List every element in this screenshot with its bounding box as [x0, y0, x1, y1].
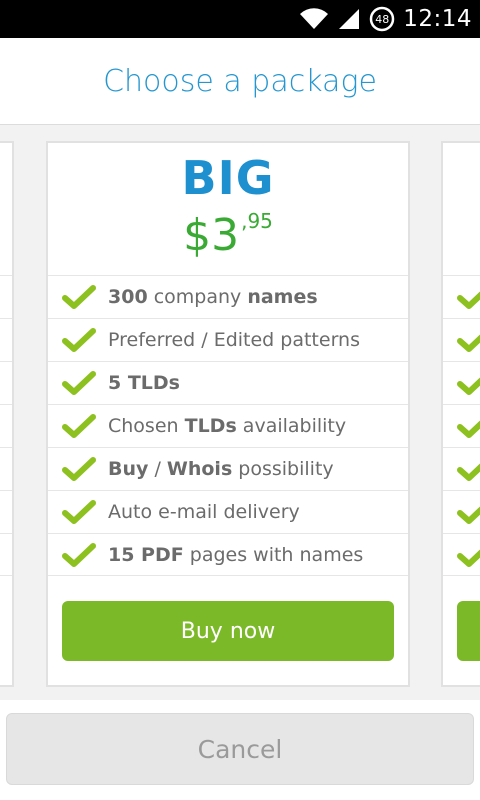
check-icon [62, 371, 96, 395]
wifi-icon [300, 8, 329, 30]
page-title: Choose a package [103, 63, 377, 99]
list-item [443, 318, 480, 361]
feature-label: Buy / Whois possibility [108, 458, 334, 480]
feature-label: Chosen TLDs availability [108, 415, 346, 437]
list-item [443, 490, 480, 533]
feature-label: Preferred / Edited patterns [108, 329, 360, 351]
feature-label: 5 TLDs [108, 372, 180, 394]
status-bar: 48 12:14 [0, 0, 480, 38]
feature-item: Buy / Whois possibility [48, 447, 408, 490]
list-item [443, 361, 480, 404]
list-item [0, 404, 12, 447]
price-currency: $ [183, 210, 212, 261]
feature-item: 15 PDF pages with names [48, 533, 408, 576]
feature-label-bold: 15 PDF [108, 543, 184, 566]
cancel-button[interactable]: Cancel [6, 713, 474, 785]
package-card-previous[interactable] [0, 141, 14, 687]
battery-level: 48 [375, 12, 390, 26]
feature-label-bold: 300 [108, 286, 148, 308]
package-price: $3,95 [48, 209, 408, 261]
feature-label-text: pages with names [183, 543, 364, 566]
price-whole: 3 [211, 210, 240, 261]
list-item [443, 404, 480, 447]
check-icon [457, 291, 480, 309]
previous-card-rows [0, 275, 12, 576]
feature-item: Auto e-mail delivery [48, 490, 408, 533]
feature-label-text: / [148, 458, 167, 480]
feature-label: 15 PDF pages with names [108, 544, 363, 566]
list-item [0, 533, 12, 576]
list-item [0, 447, 12, 490]
feature-label-bold: names [247, 286, 318, 308]
feature-item: Chosen TLDs availability [48, 404, 408, 447]
package-card-big: BIG $3,95 300 company names Preferred / E… [46, 141, 410, 687]
list-item [443, 533, 480, 576]
list-item [443, 275, 480, 318]
check-icon [457, 548, 480, 567]
feature-item: 5 TLDs [48, 361, 408, 404]
feature-label-bold: Whois [166, 458, 233, 480]
list-item [0, 275, 12, 318]
check-icon [457, 463, 480, 481]
package-carousel[interactable]: BIG $3,95 300 company names Preferred / E… [0, 125, 480, 700]
check-icon [457, 506, 480, 524]
feature-label-bold: 5 TLDs [108, 372, 180, 394]
list-item [0, 490, 12, 533]
buy-now-button[interactable]: Buy now [62, 601, 394, 661]
next-card-rows [443, 275, 480, 576]
list-item [443, 447, 480, 490]
feature-label-text: company [147, 286, 248, 308]
feature-list: 300 company names Preferred / Edited patt… [48, 275, 408, 576]
feature-label-text: Auto e-mail delivery [108, 501, 300, 523]
check-icon [62, 542, 96, 567]
list-item [0, 361, 12, 404]
battery-icon: 48 [369, 6, 395, 32]
package-name: BIG [181, 151, 275, 205]
package-card-next[interactable] [441, 141, 480, 687]
feature-label-bold: Buy [108, 458, 149, 480]
list-item [0, 318, 12, 361]
feature-label-bold: TLDs [184, 415, 237, 437]
check-icon [62, 500, 96, 524]
check-icon [62, 328, 96, 352]
feature-item: 300 company names [48, 275, 408, 318]
signal-icon [339, 9, 360, 29]
feature-label-text: Chosen [108, 415, 185, 437]
check-icon [457, 377, 480, 395]
check-icon [457, 420, 480, 438]
check-icon [62, 285, 96, 309]
next-buy-button[interactable] [457, 601, 480, 661]
feature-label-text: Preferred / Edited patterns [108, 329, 360, 351]
check-icon [62, 414, 96, 438]
check-icon [457, 334, 480, 352]
feature-label-text: availability [236, 415, 347, 437]
feature-label: Auto e-mail delivery [108, 501, 300, 523]
dialog-footer: Cancel [0, 700, 480, 800]
feature-item: Preferred / Edited patterns [48, 318, 408, 361]
feature-label-text: possibility [232, 458, 334, 480]
feature-label: 300 company names [108, 286, 318, 308]
dialog-header: Choose a package [0, 38, 480, 125]
check-icon [62, 457, 96, 481]
status-time: 12:14 [403, 6, 472, 32]
price-cents: ,95 [241, 209, 273, 233]
